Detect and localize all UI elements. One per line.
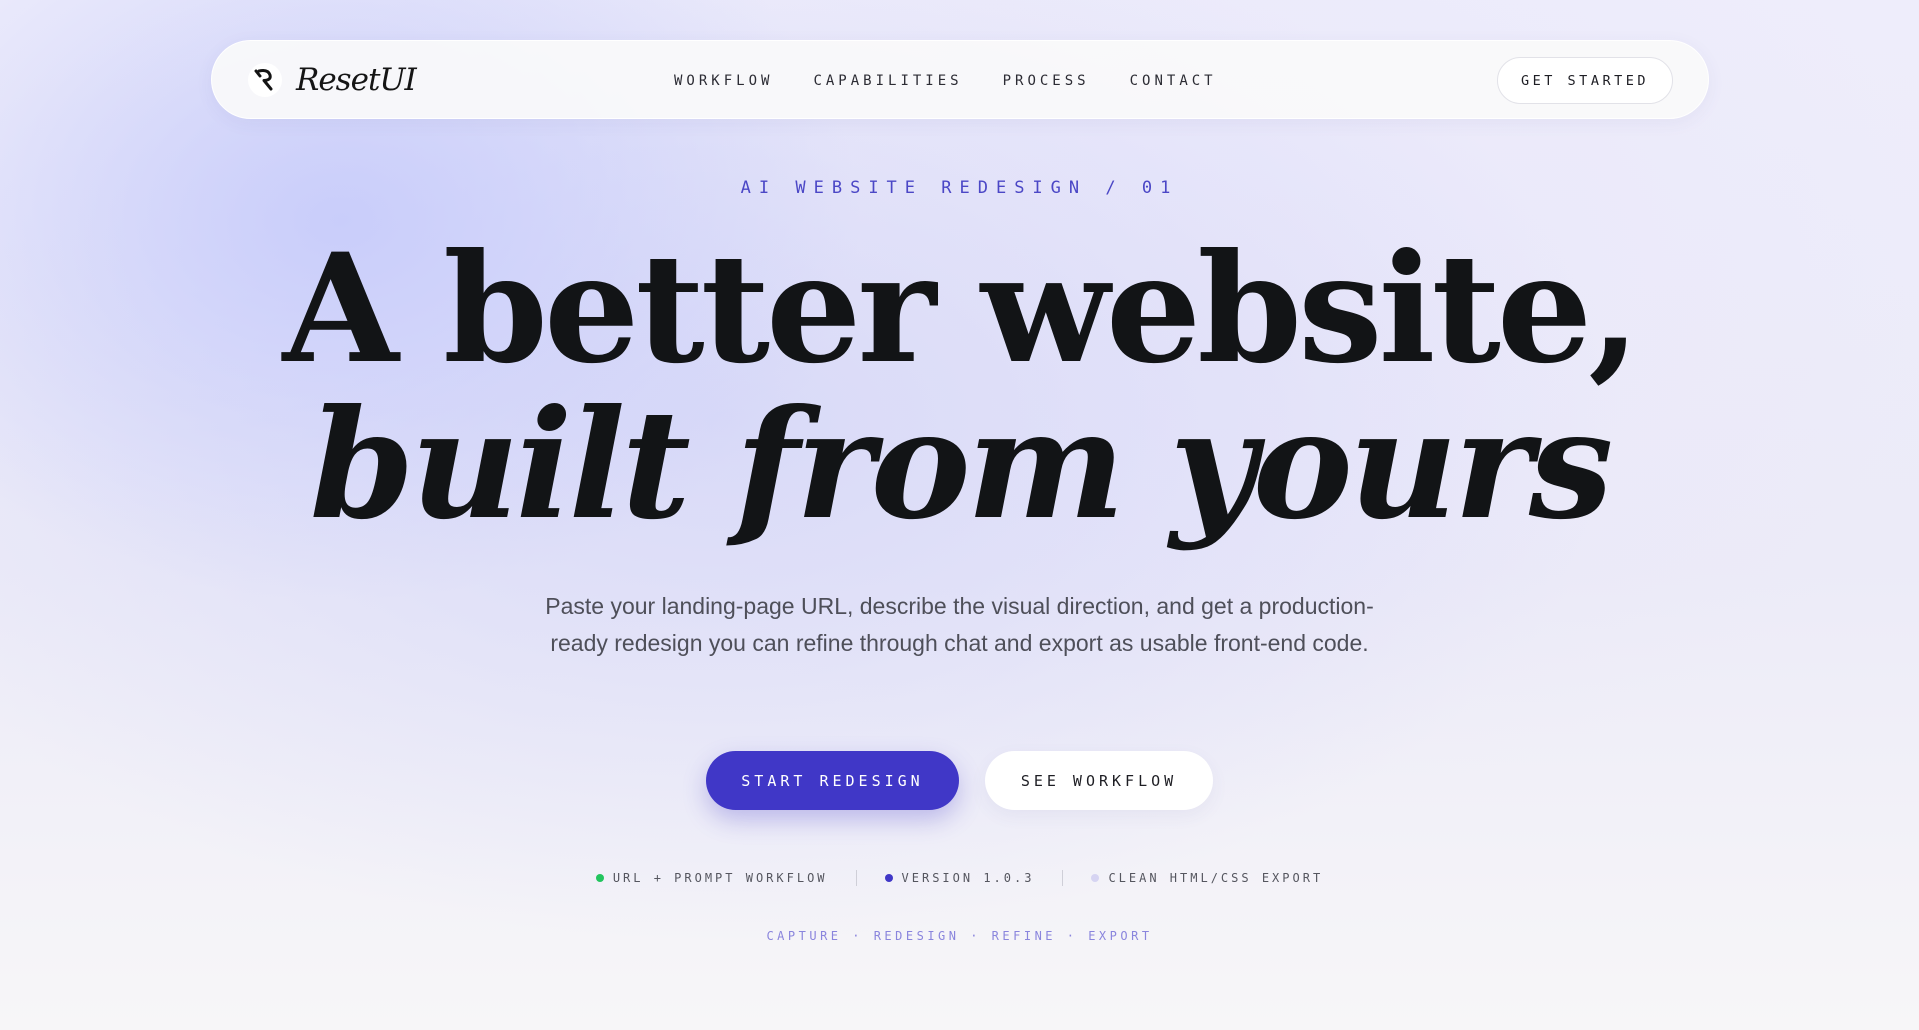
meta-row: URL + PROMPT WORKFLOW VERSION 1.0.3 CLEA… [0, 870, 1919, 886]
meta-label: CLEAN HTML/CSS EXPORT [1108, 871, 1324, 885]
meta-item-export: CLEAN HTML/CSS EXPORT [1091, 871, 1323, 885]
hero-eyebrow: AI WEBSITE REDESIGN / 01 [740, 178, 1179, 198]
headline-line-1: A better website, [282, 221, 1641, 397]
divider [855, 870, 857, 886]
nav-link-process[interactable]: PROCESS [1003, 73, 1090, 89]
brand-name: ResetUI [296, 62, 417, 98]
meta-label: VERSION 1.0.3 [901, 871, 1035, 885]
start-redesign-button[interactable]: START REDESIGN [706, 751, 959, 810]
meta-label: URL + PROMPT WORKFLOW [612, 871, 828, 885]
status-dot-icon [1091, 874, 1100, 882]
nav-link-capabilities[interactable]: CAPABILITIES [813, 73, 962, 89]
status-dot-icon [595, 874, 604, 882]
nav-link-contact[interactable]: CONTACT [1130, 73, 1217, 89]
meta-item-version: VERSION 1.0.3 [884, 871, 1035, 885]
top-nav: ResetUI WORKFLOW CAPABILITIES PROCESS CO… [211, 40, 1709, 119]
logo-icon [248, 63, 282, 97]
hero-subcopy: Paste your landing-page URL, describe th… [545, 593, 1374, 656]
hero-headline: A better website, built from yours [0, 230, 1919, 544]
see-workflow-button[interactable]: SEE WORKFLOW [985, 751, 1213, 810]
steps-line: CAPTURE · REDESIGN · REFINE · EXPORT [766, 929, 1153, 943]
get-started-button[interactable]: GET STARTED [1497, 57, 1673, 104]
brand[interactable]: ResetUI [248, 60, 417, 100]
meta-item-workflow: URL + PROMPT WORKFLOW [595, 871, 828, 885]
headline-line-2: built from yours [309, 377, 1614, 553]
status-dot-icon [884, 874, 893, 882]
nav-links: WORKFLOW CAPABILITIES PROCESS CONTACT [674, 41, 1217, 120]
nav-link-workflow[interactable]: WORKFLOW [674, 73, 773, 89]
divider [1062, 870, 1064, 886]
